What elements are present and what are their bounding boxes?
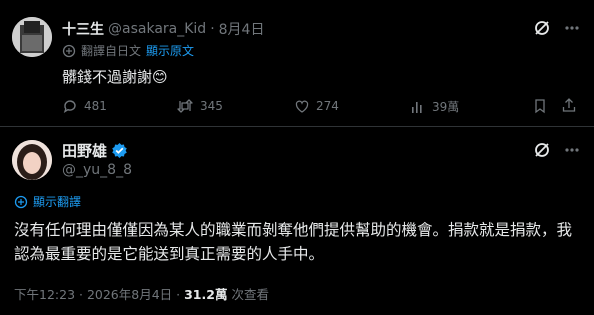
view-label: 次查看 (231, 287, 269, 302)
main-body-text: 沒有任何理由僅僅因為某人的職業而剝奪他們提供幫助的機會。捐款就是捐款，我認為最重… (14, 221, 573, 263)
more-options-icon-main[interactable] (564, 144, 580, 156)
translate-icon (62, 44, 76, 58)
reply-count: 481 (84, 99, 107, 113)
view-count: 31.2萬 (184, 287, 228, 302)
reply-avatar-image (12, 17, 52, 57)
like-button[interactable]: 274 (294, 98, 339, 114)
views-icon (410, 99, 426, 115)
views-button[interactable]: 39萬 (410, 98, 459, 115)
reply-date[interactable]: 8月4日 (219, 19, 265, 39)
main-avatar[interactable] (12, 140, 52, 180)
translate-icon-main (14, 195, 28, 209)
more-options-icon[interactable] (564, 22, 580, 34)
grok-icon-main[interactable] (533, 141, 551, 159)
translation-label: 翻譯自日文 (81, 44, 142, 58)
reply-button[interactable]: 481 (62, 98, 107, 114)
post-timestamp[interactable]: 下午12:23 · 2026年8月4日 · (14, 284, 180, 303)
verified-badge-icon (111, 142, 128, 159)
reply-body-text: 髒錢不過謝謝 (62, 68, 153, 86)
repost-count: 345 (200, 99, 223, 113)
views-count: 39萬 (432, 100, 460, 114)
reply-handle[interactable]: @asakara_Kid (108, 21, 206, 37)
reply-author-name[interactable]: 十三生 (62, 19, 104, 39)
grok-icon[interactable] (533, 19, 551, 37)
repost-button[interactable]: 345 (176, 98, 223, 114)
reply-separator: · (210, 21, 215, 37)
reply-icon (62, 98, 78, 114)
divider (0, 126, 594, 127)
like-count: 274 (316, 99, 339, 113)
share-icon[interactable] (561, 97, 577, 113)
main-avatar-image (12, 140, 52, 180)
bookmark-icon[interactable] (532, 98, 548, 114)
heart-icon (294, 98, 310, 114)
main-author-name[interactable]: 田野雄 (62, 140, 107, 161)
main-handle[interactable]: @_yu_8_8 (62, 162, 132, 178)
show-original-link[interactable]: 顯示原文 (146, 42, 194, 59)
show-translation-button[interactable]: 顯示翻譯 (14, 193, 81, 210)
repost-icon (176, 98, 194, 114)
smile-emoji: 😊 (152, 68, 168, 86)
reply-avatar[interactable] (12, 17, 52, 57)
show-translation-label: 顯示翻譯 (33, 195, 82, 209)
